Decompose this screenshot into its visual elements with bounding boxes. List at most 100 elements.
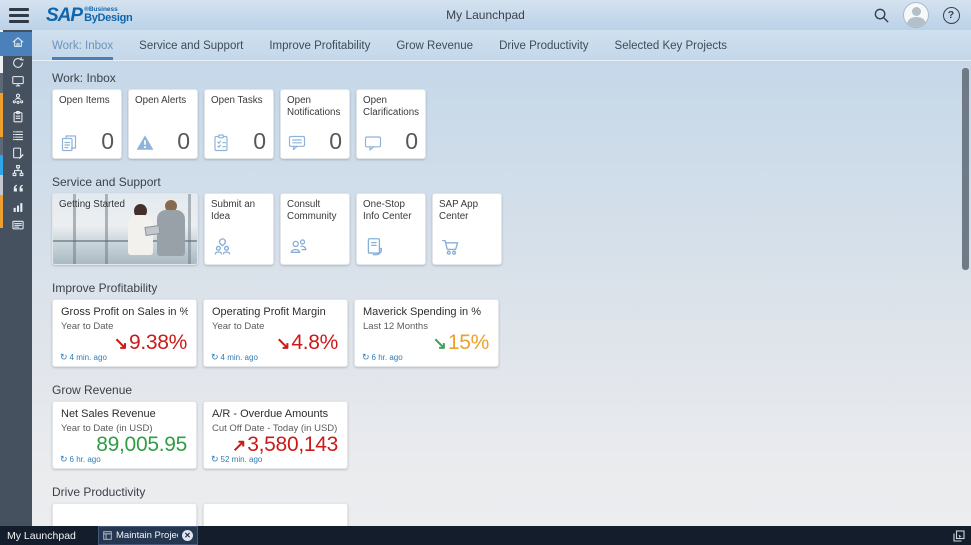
tile-submit-an-idea[interactable]: Submit an Idea	[204, 193, 274, 265]
tile-a-r-overdue-amounts[interactable]: A/R - Overdue AmountsCut Off Date - Toda…	[203, 401, 348, 469]
tile-title: Consult Community	[287, 199, 343, 222]
tile-title: A/R - Overdue Amounts	[212, 408, 339, 420]
refresh-icon: ↻	[211, 454, 219, 465]
tile-open-clarifications[interactable]: Open Clarifications0	[356, 89, 426, 159]
tile-row: Net Sales RevenueYear to Date (in USD)89…	[52, 401, 971, 469]
doc-edit-icon	[11, 146, 25, 165]
tab-drive-productivity[interactable]: Drive Productivity	[499, 40, 588, 60]
tile-gross-profit-on-sales-in[interactable]: Gross Profit on Sales in %Year to Date↘9…	[52, 299, 197, 367]
tile-count: 0	[253, 130, 266, 153]
refresh-icon: ↻	[60, 352, 68, 363]
sidebar-item-people[interactable]	[3, 92, 32, 110]
tile-kpi-value: ↘9.38%	[114, 331, 187, 355]
tile-title: Open Items	[59, 95, 115, 107]
section-title-work-inbox: Work: Inbox	[52, 71, 971, 85]
sidebar-item-tasks[interactable]	[3, 110, 32, 128]
tile-row: Open Items0Open Alerts0Open Tasks0Open N…	[52, 89, 971, 159]
tile-open-tasks[interactable]: Open Tasks0	[204, 89, 274, 159]
restore-windows-icon[interactable]	[953, 530, 965, 542]
tile-title: Open Notifications	[287, 95, 343, 118]
search-icon[interactable]	[871, 5, 891, 25]
refresh-icon: ↻	[362, 352, 370, 363]
tile-open-items[interactable]: Open Items 0	[52, 89, 122, 159]
tile-one-stop-info-center[interactable]: One-Stop Info Center	[356, 193, 426, 265]
tile-open-notifications[interactable]: Open Notifications0	[280, 89, 350, 159]
photo-window-frame	[188, 194, 191, 264]
tile-consult-community[interactable]: Consult Community	[280, 193, 350, 265]
close-icon[interactable]: ✕	[182, 530, 193, 541]
clarification-icon	[363, 133, 383, 153]
alert-icon	[135, 133, 155, 153]
trend-arrow-icon: ↗	[232, 436, 246, 456]
kpi-value: 15%	[448, 331, 489, 355]
clipboard-icon	[11, 110, 25, 129]
tile-updated: ↻4 min. ago	[60, 352, 107, 363]
sidebar-item-home[interactable]	[0, 32, 32, 56]
tile-sap-app-center[interactable]: SAP App Center	[432, 193, 502, 265]
page-title: My Launchpad	[446, 8, 525, 22]
left-sidebar	[0, 30, 32, 526]
tile-title: Open Clarifications	[363, 95, 419, 118]
section-title-service-and-support: Service and Support	[52, 175, 971, 189]
tile-title: Operating Profit Margin	[212, 306, 339, 318]
tile-title: Submit an Idea	[211, 199, 267, 222]
tile-bottom: 0	[135, 130, 190, 153]
tile-partial[interactable]	[203, 503, 348, 526]
section-title-drive-productivity: Drive Productivity	[52, 485, 971, 499]
trend-arrow-icon: ↘	[114, 334, 128, 354]
mail-icon	[11, 218, 25, 237]
user-avatar[interactable]	[903, 2, 929, 28]
tile-count: 0	[101, 130, 114, 153]
sidebar-item-workstation[interactable]	[3, 74, 32, 92]
sap-bydesign-logo: SAP ®Business ByDesign	[46, 6, 132, 25]
tile-kpi-value: 89,005.95	[96, 433, 187, 457]
bottom-taskbar: My Launchpad Maintain Project:... ✕	[0, 526, 971, 545]
idea-icon	[212, 236, 234, 258]
taskbar-home-button[interactable]: My Launchpad	[0, 530, 76, 542]
tile-row: Gross Profit on Sales in %Year to Date↘9…	[52, 299, 971, 367]
tile-bottom: 0	[211, 130, 266, 153]
tile-updated: ↻6 hr. ago	[60, 454, 101, 465]
vertical-scrollbar-thumb[interactable]	[962, 68, 969, 270]
tile-operating-profit-margin[interactable]: Operating Profit MarginYear to Date↘4.8%…	[203, 299, 348, 367]
section-title-grow-revenue: Grow Revenue	[52, 383, 971, 397]
tile-row	[52, 503, 971, 526]
tile-updated: ↻52 min. ago	[211, 454, 262, 465]
section-title-improve-profitability: Improve Profitability	[52, 281, 971, 295]
updated-text: 4 min. ago	[221, 353, 258, 362]
tile-open-alerts[interactable]: Open Alerts0	[128, 89, 198, 159]
tile-maverick-spending-in[interactable]: Maverick Spending in %Last 12 Months↘15%…	[354, 299, 499, 367]
trend-arrow-icon: ↘	[433, 334, 447, 354]
photo-person	[157, 200, 185, 256]
tile-kpi-value: ↘15%	[433, 331, 489, 355]
tile-partial[interactable]	[52, 503, 197, 526]
updated-text: 52 min. ago	[221, 455, 263, 464]
list-icon	[11, 128, 25, 147]
sidebar-item-worklist[interactable]	[3, 128, 32, 146]
tab-service-and-support[interactable]: Service and Support	[139, 40, 243, 60]
sidebar-item-documents[interactable]	[3, 146, 32, 164]
tab-work-inbox[interactable]: Work: Inbox	[52, 40, 113, 60]
window-icon	[103, 531, 112, 540]
tab-grow-revenue[interactable]: Grow Revenue	[396, 40, 473, 60]
sidebar-item-recent[interactable]	[3, 56, 32, 74]
sidebar-item-org-structure[interactable]	[3, 164, 32, 182]
taskbar-window-tab[interactable]: Maintain Project:... ✕	[98, 526, 198, 545]
menu-hamburger-icon[interactable]	[0, 0, 34, 30]
tile-title: Net Sales Revenue	[61, 408, 188, 420]
sidebar-item-analytics[interactable]	[3, 200, 32, 218]
tab-selected-key-projects[interactable]: Selected Key Projects	[615, 40, 728, 60]
tile-bottom: 0	[59, 130, 114, 153]
sidebar-item-feedback[interactable]	[3, 182, 32, 200]
help-icon[interactable]: ?	[941, 5, 961, 25]
tile-net-sales-revenue[interactable]: Net Sales RevenueYear to Date (in USD)89…	[52, 401, 197, 469]
tab-improve-profitability[interactable]: Improve Profitability	[269, 40, 370, 60]
updated-text: 6 hr. ago	[70, 455, 101, 464]
community-icon	[288, 236, 310, 258]
kpi-value: 4.8%	[291, 331, 338, 355]
desktop-icon	[11, 74, 25, 93]
tile-getting-started[interactable]: Getting Started	[52, 193, 198, 265]
sidebar-item-inbox-mail[interactable]	[3, 218, 32, 236]
bar-chart-icon	[11, 200, 25, 219]
updated-text: 4 min. ago	[70, 353, 107, 362]
